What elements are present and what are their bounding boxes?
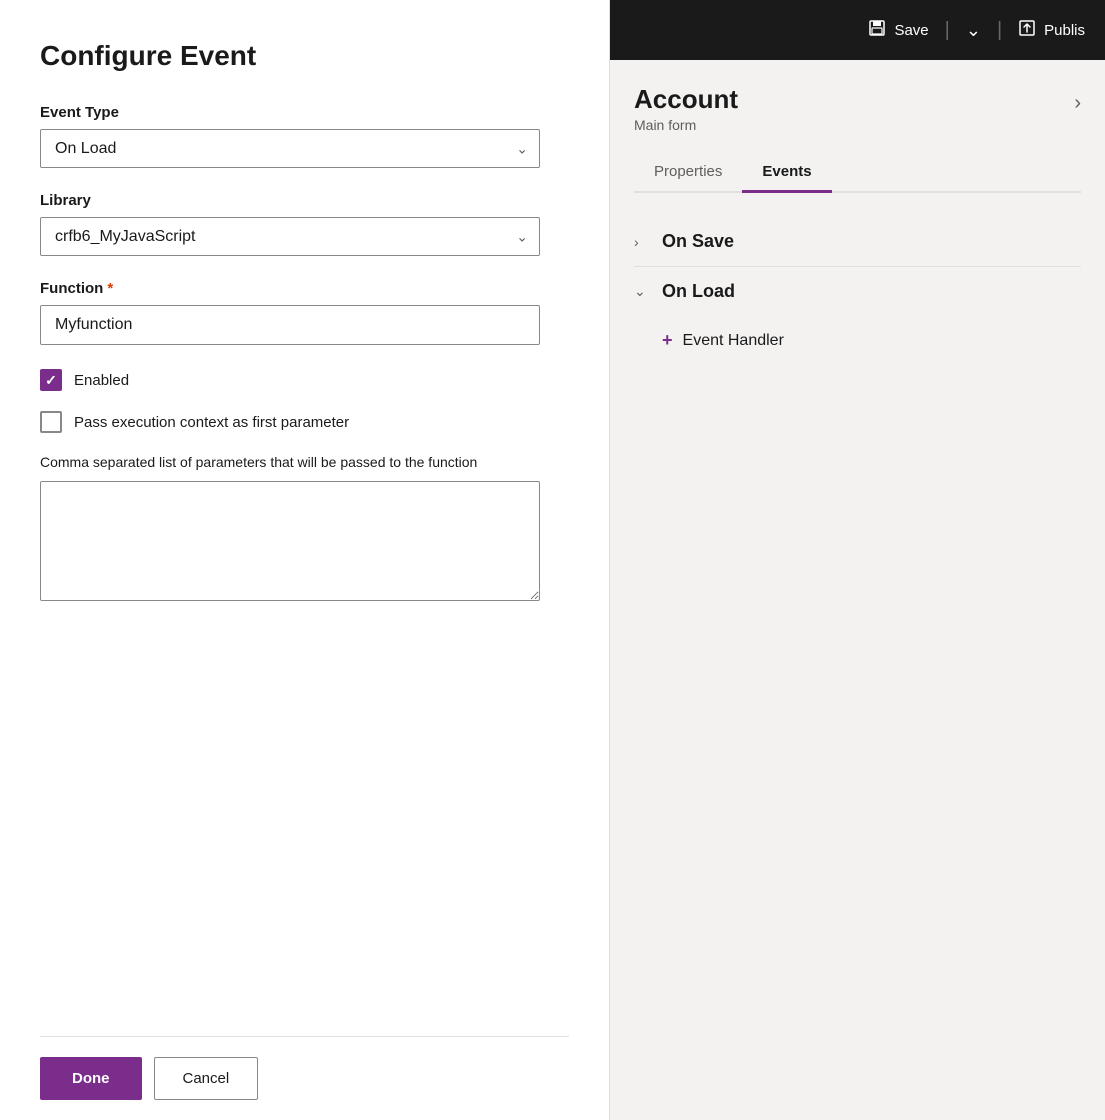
function-input[interactable] <box>40 305 540 345</box>
save-button[interactable]: Save <box>868 19 928 41</box>
library-group: Library crfb6_MyJavaScript ⌄ <box>40 192 569 256</box>
event-type-select-wrapper: On Load ⌄ <box>40 129 540 168</box>
params-textarea[interactable] <box>40 481 540 601</box>
account-expand-icon[interactable]: › <box>1074 92 1081 115</box>
on-save-row[interactable]: › On Save <box>634 217 1081 266</box>
enabled-checkbox[interactable] <box>40 369 62 391</box>
header-divider: | <box>945 19 950 42</box>
configure-event-dialog: Configure Event Event Type On Load ⌄ Lib… <box>0 0 610 1120</box>
on-load-row[interactable]: ⌄ On Load <box>634 267 1081 316</box>
dropdown-button[interactable]: ⌄ <box>966 20 981 41</box>
account-subtitle: Main form <box>634 117 738 133</box>
publish-label: Publis <box>1044 22 1085 39</box>
enabled-label: Enabled <box>74 372 129 389</box>
account-info: Account Main form <box>634 84 738 133</box>
pass-context-row: Pass execution context as first paramete… <box>40 411 569 433</box>
library-label: Library <box>40 192 569 209</box>
account-header: Account Main form › <box>634 84 1081 133</box>
account-title: Account <box>634 84 738 115</box>
params-label: Comma separated list of parameters that … <box>40 453 569 473</box>
on-save-title: On Save <box>662 231 734 252</box>
add-handler-label: Event Handler <box>683 332 784 350</box>
add-handler-row[interactable]: + Event Handler <box>634 316 1081 365</box>
dialog-footer: Done Cancel <box>40 1036 569 1120</box>
event-type-select[interactable]: On Load <box>40 129 540 168</box>
function-label: Function* <box>40 280 569 297</box>
enabled-row: Enabled <box>40 369 569 391</box>
library-select[interactable]: crfb6_MyJavaScript <box>40 217 540 256</box>
events-section: › On Save ⌄ On Load + Event Handler <box>634 217 1081 365</box>
done-button[interactable]: Done <box>40 1057 142 1100</box>
header-divider-2: | <box>997 19 1002 42</box>
tabs-row: Properties Events <box>634 153 1081 193</box>
dropdown-chevron-icon: ⌄ <box>966 20 981 41</box>
publish-button[interactable]: Publis <box>1018 19 1085 41</box>
event-type-label: Event Type <box>40 104 569 121</box>
on-load-title: On Load <box>662 281 735 302</box>
cancel-button[interactable]: Cancel <box>154 1057 259 1100</box>
on-load-chevron-icon: ⌄ <box>634 283 650 300</box>
params-group: Comma separated list of parameters that … <box>40 453 569 606</box>
pass-context-checkbox[interactable] <box>40 411 62 433</box>
tab-events[interactable]: Events <box>742 153 831 193</box>
save-icon <box>868 19 886 41</box>
on-save-chevron-icon: › <box>634 234 650 250</box>
plus-icon: + <box>662 330 673 351</box>
function-group: Function* <box>40 280 569 345</box>
right-content: Account Main form › Properties Events › … <box>610 60 1105 1120</box>
save-label: Save <box>894 22 928 39</box>
pass-context-label: Pass execution context as first paramete… <box>74 414 349 431</box>
tab-properties[interactable]: Properties <box>634 153 742 193</box>
required-indicator: * <box>107 280 113 297</box>
app-header: Save | ⌄ | Publis <box>610 0 1105 60</box>
right-panel: Save | ⌄ | Publis Account Main form › <box>610 0 1105 1120</box>
publish-icon <box>1018 19 1036 41</box>
library-select-wrapper: crfb6_MyJavaScript ⌄ <box>40 217 540 256</box>
dialog-title: Configure Event <box>40 40 569 72</box>
event-type-group: Event Type On Load ⌄ <box>40 104 569 168</box>
